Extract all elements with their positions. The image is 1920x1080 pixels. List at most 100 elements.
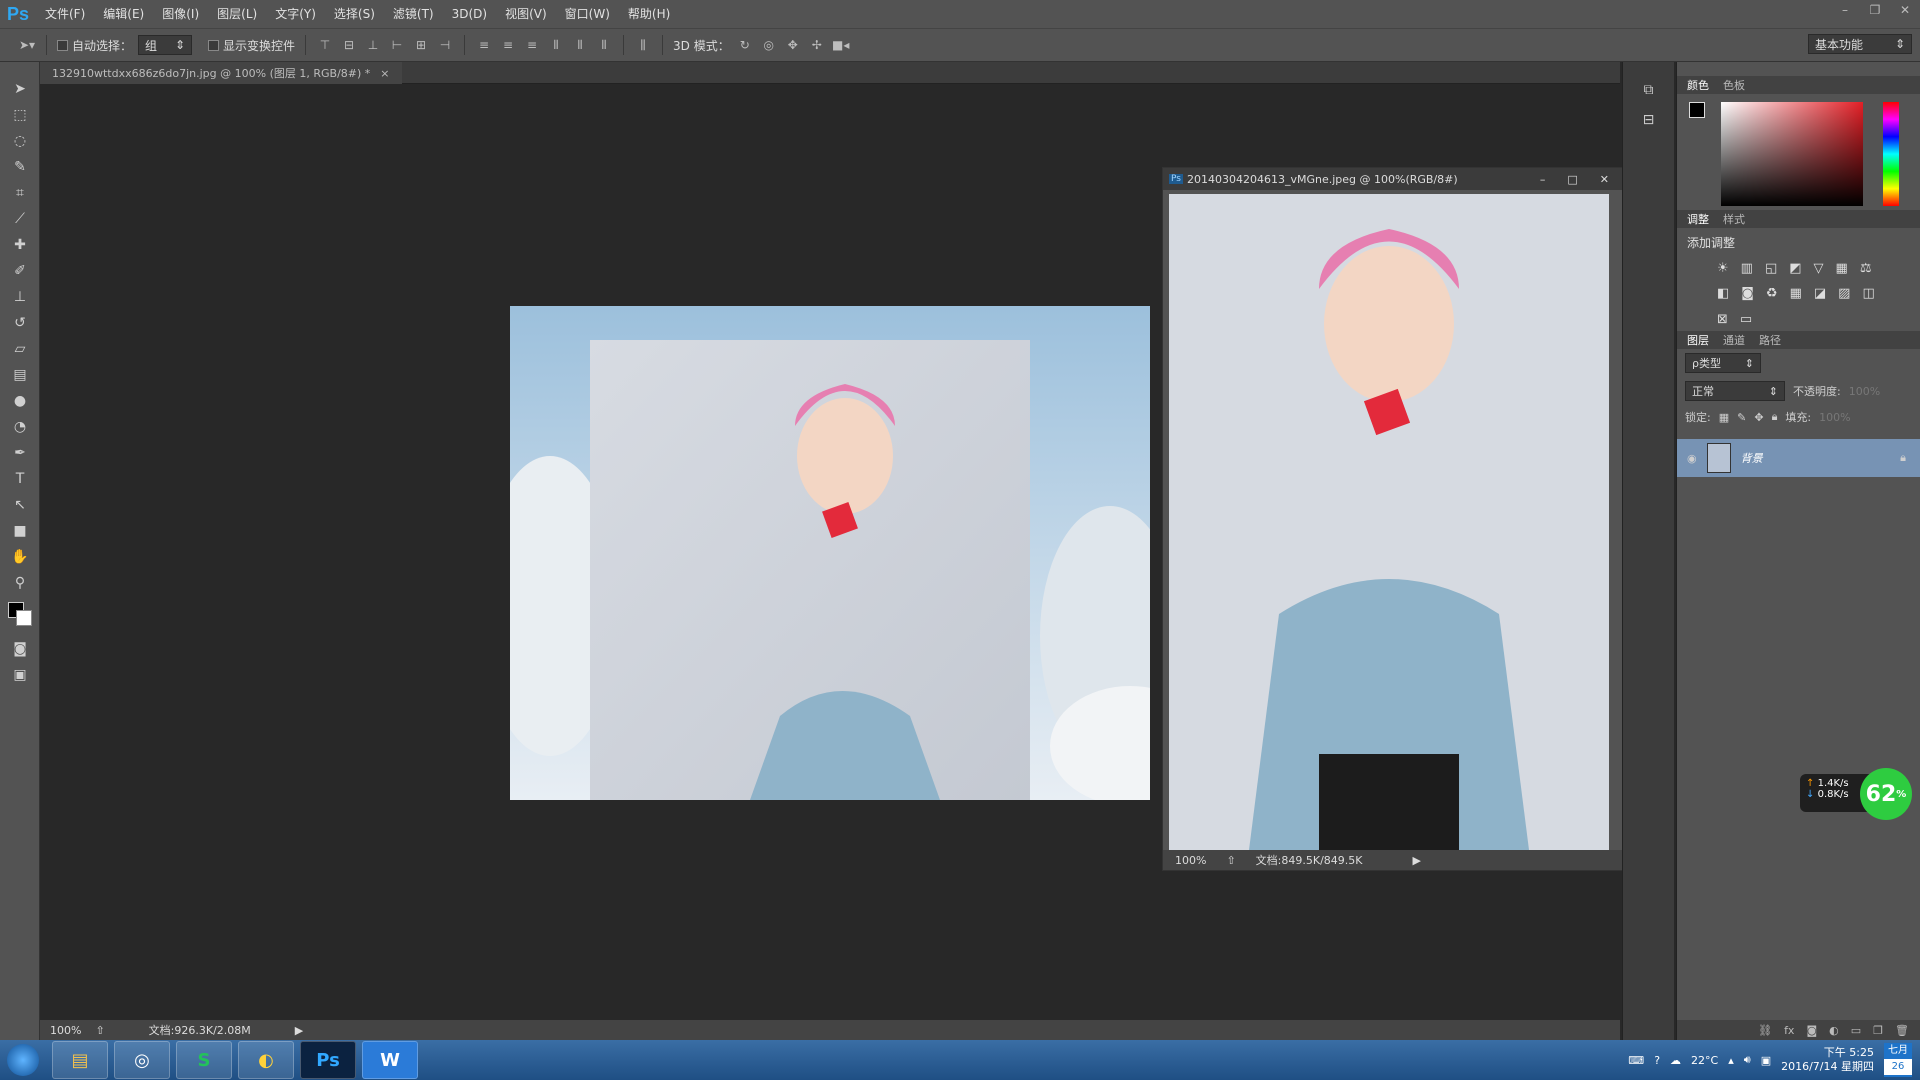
clone-stamp-tool-icon[interactable]: ⊥ [0,284,40,310]
type-tool-icon[interactable]: T [0,466,40,492]
clock[interactable]: 下午 5:25 2016/7/14 星期四 [1781,1046,1874,1074]
opacity-value[interactable]: 100% [1849,385,1880,398]
maximize-icon[interactable]: □ [1567,173,1577,186]
wps-spreadsheet-icon[interactable]: S [176,1041,232,1079]
keyboard-icon[interactable]: ⌨ [1628,1054,1644,1067]
roll-3d-icon[interactable]: ◎ [760,35,778,55]
memory-usage-ball[interactable]: 62% [1860,768,1912,820]
fx-icon[interactable]: fx [1784,1024,1794,1037]
document-tab[interactable]: 132910wttdxx686z6do7jn.jpg @ 100% (图层 1,… [40,62,402,84]
lock-position-icon[interactable]: ✥ [1754,411,1763,424]
add-mask-icon[interactable]: ◙ [1806,1024,1817,1037]
new-layer-icon[interactable]: ❐ [1873,1024,1883,1037]
align-hcenter-icon[interactable]: ⊞ [412,35,430,55]
workspace-switcher[interactable]: 基本功能 ⇕ [1808,34,1912,54]
network-icon[interactable]: ▣ [1761,1054,1771,1067]
menu-select[interactable]: 选择(S) [325,0,384,28]
crop-tool-icon[interactable]: ⌗ [0,180,40,206]
auto-select-checkbox[interactable]: 自动选择： [57,37,132,54]
floating-document-canvas[interactable] [1169,194,1609,850]
scale-3d-icon[interactable]: ■◂ [832,35,850,55]
share-icon[interactable]: ⇧ [95,1024,104,1037]
exposure-icon[interactable]: ◩ [1789,261,1801,276]
document-canvas[interactable] [510,306,1150,800]
tab-styles[interactable]: 样式 [1723,211,1745,227]
levels-icon[interactable]: ▥ [1741,261,1753,276]
background-color-swatch[interactable] [16,610,32,626]
menu-3d[interactable]: 3D(D) [443,0,496,28]
hue-saturation-icon[interactable]: ▦ [1836,261,1848,276]
zoom-level[interactable]: 100% [1175,854,1206,867]
close-icon[interactable]: ✕ [1890,0,1920,24]
menu-edit[interactable]: 编辑(E) [94,0,153,28]
move-tool-icon[interactable]: ➤ [0,76,40,102]
menu-filter[interactable]: 滤镜(T) [384,0,443,28]
distribute-top-icon[interactable]: ≡ [475,35,493,55]
color-picker-field[interactable] [1721,102,1863,206]
gradient-tool-icon[interactable]: ▤ [0,362,40,388]
volume-icon[interactable]: 🔊︎ [1744,1053,1751,1067]
channel-mixer-icon[interactable]: ♻ [1766,286,1778,301]
minimize-icon[interactable]: – [1830,0,1860,24]
distribute-bottom-icon[interactable]: ≡ [523,35,541,55]
show-transform-checkbox[interactable]: 显示变换控件 [208,37,295,54]
tab-color[interactable]: 颜色 [1687,77,1709,93]
hand-tool-icon[interactable]: ✋ [0,544,40,570]
menu-view[interactable]: 视图(V) [496,0,556,28]
invert-icon[interactable]: ◪ [1814,286,1826,301]
weather-cloud-icon[interactable]: ☁ [1670,1054,1681,1067]
eyedropper-tool-icon[interactable]: ⟋ [0,206,40,232]
dodge-tool-icon[interactable]: ◔ [0,414,40,440]
close-icon[interactable]: ✕ [1600,173,1609,186]
tab-swatches[interactable]: 色板 [1723,77,1745,93]
screen-mode-icon[interactable]: ▣ [0,662,40,688]
foreground-color-swatch[interactable] [1689,102,1705,118]
file-explorer-icon[interactable]: ▤ [52,1041,108,1079]
history-panel-icon[interactable]: ⧉ [1623,82,1674,112]
fill-value[interactable]: 100% [1819,411,1850,424]
tab-layers[interactable]: 图层 [1687,332,1709,348]
browser-icon[interactable]: ◎ [114,1041,170,1079]
align-bottom-icon[interactable]: ⊥ [364,35,382,55]
pen-tool-icon[interactable]: ✒ [0,440,40,466]
network-monitor-widget[interactable]: ↑ 1.4K/s ↓ 0.8K/s 62% [1800,768,1920,820]
auto-select-dropdown[interactable]: 组 ⇕ [138,35,193,55]
menu-layer[interactable]: 图层(L) [208,0,266,28]
status-menu-arrow-icon[interactable]: ▶ [295,1024,303,1037]
help-icon[interactable]: ? [1654,1054,1660,1067]
vibrance-icon[interactable]: ▽ [1814,261,1824,276]
menu-help[interactable]: 帮助(H) [619,0,679,28]
media-app-icon[interactable]: ◐ [238,1041,294,1079]
posterize-icon[interactable]: ▨ [1838,286,1850,301]
auto-align-icon[interactable]: ⫼ [634,35,652,55]
eraser-tool-icon[interactable]: ▱ [0,336,40,362]
drag-3d-icon[interactable]: ✥ [784,35,802,55]
layer-row[interactable]: ◉ 背景 🔒︎ [1677,439,1920,477]
checkbox-box[interactable] [208,39,220,51]
link-layers-icon[interactable]: ⛓ [1758,1024,1772,1037]
lock-all-icon[interactable]: 🔒︎ [1772,410,1778,424]
lock-pixels-icon[interactable]: ✎ [1737,411,1746,424]
new-adjustment-icon[interactable]: ◐ [1829,1024,1839,1037]
zoom-level[interactable]: 100% [50,1024,81,1037]
menu-type[interactable]: 文字(Y) [266,0,325,28]
minimize-icon[interactable]: – [1540,173,1546,186]
toolbar-grip[interactable] [0,62,39,76]
distribute-hcenter-icon[interactable]: ⫴ [571,35,589,55]
align-top-icon[interactable]: ⊤ [316,35,334,55]
properties-panel-icon[interactable]: ⊟ [1623,112,1674,142]
align-vcenter-icon[interactable]: ⊟ [340,35,358,55]
visibility-eye-icon[interactable]: ◉ [1687,452,1697,465]
move-tool-preset-icon[interactable]: ➤▾ [18,35,36,55]
photoshop-taskbar-icon[interactable]: Ps [300,1041,356,1079]
new-group-icon[interactable]: ▭ [1851,1024,1861,1037]
restore-icon[interactable]: ❐ [1860,0,1890,24]
color-swatches[interactable] [0,596,39,636]
distribute-right-icon[interactable]: ⫴ [595,35,613,55]
distribute-vcenter-icon[interactable]: ≡ [499,35,517,55]
checkbox-box[interactable] [57,39,68,51]
distribute-left-icon[interactable]: ⫴ [547,35,565,55]
rotate-3d-icon[interactable]: ↻ [736,35,754,55]
threshold-icon[interactable]: ◫ [1862,286,1874,301]
calendar-widget[interactable]: 七月 26 [1884,1043,1912,1077]
